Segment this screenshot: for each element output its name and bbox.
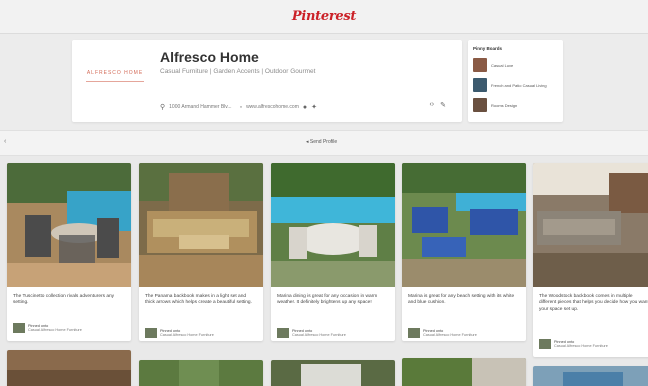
send-profile-label: Send Profile xyxy=(309,139,338,145)
pin-description: Marina is great for any beach setting wi… xyxy=(408,294,515,306)
pin-attribution: Pinned onto Casual Alfresco Home Furnitur… xyxy=(408,328,477,338)
pin-image xyxy=(271,360,395,386)
pin-card[interactable]: The Panama backbook makes in a light set… xyxy=(139,163,263,341)
pin-card[interactable]: The Tuscinetto collection rivals adventu… xyxy=(7,163,131,341)
pin-attribution: Pinned onto Casual Alfresco Home Furnitur… xyxy=(13,323,82,333)
profile-card: ALFRESCO HOME Alfresco Home Casual Furni… xyxy=(72,40,462,122)
pin-avatar xyxy=(145,328,157,338)
pin-card[interactable] xyxy=(271,360,395,386)
pin-card[interactable] xyxy=(139,360,263,386)
pin-image xyxy=(533,366,648,386)
profile-tagline: Casual Furniture | Garden Accents | Outd… xyxy=(160,68,316,75)
profile-website[interactable]: www.alfrescohome.com xyxy=(246,104,299,110)
pin-board[interactable]: Casual Alfresco Home Furniture xyxy=(554,344,608,349)
pin-image xyxy=(533,163,648,287)
board-thumbnail xyxy=(473,98,487,112)
boards-card: Pinny Boards Casual Luxe French and Pati… xyxy=(468,40,563,122)
twitter-icon[interactable]: ✦ xyxy=(311,103,317,111)
pin-image xyxy=(7,350,131,386)
board-item-label: Rooms Design xyxy=(491,102,518,108)
pin-avatar xyxy=(408,328,420,338)
pin-board[interactable]: Casual Alfresco Home Furniture xyxy=(160,333,214,338)
board-thumbnail xyxy=(473,78,487,92)
pin-avatar xyxy=(13,323,25,333)
pin-attribution: Pinned onto Casual Alfresco Home Furnitur… xyxy=(539,339,608,349)
send-profile-button[interactable]: ◂ Send Profile xyxy=(306,139,337,145)
pin-card[interactable] xyxy=(533,366,648,386)
pin-description: The Tuscinetto collection rivals adventu… xyxy=(13,294,115,306)
pin-image xyxy=(402,358,526,386)
pin-image xyxy=(139,360,263,386)
pin-card[interactable]: The Woodstock backbook comes in multiple… xyxy=(533,163,648,357)
pin-image xyxy=(7,163,131,287)
profile-actions: ‹› ✎ xyxy=(429,101,446,109)
facebook-icon[interactable]: ● xyxy=(303,104,307,111)
pin-image xyxy=(271,163,395,287)
location-pin-icon: ⚲ xyxy=(160,104,166,111)
pin-description: The Woodstock backbook comes in multiple… xyxy=(539,294,648,312)
board-item[interactable]: Casual Luxe xyxy=(473,58,513,72)
globe-icon: ◦ xyxy=(239,103,243,111)
pin-description: The Panama backbook makes in a light set… xyxy=(145,294,252,306)
pin-board[interactable]: Casual Alfresco Home Furniture xyxy=(423,333,477,338)
pin-avatar xyxy=(277,328,289,338)
pinterest-logo[interactable]: Pinterest xyxy=(0,9,648,24)
pin-description: Marina dining is great for any occasion … xyxy=(277,294,378,306)
profile-name: Alfresco Home xyxy=(160,49,259,65)
edit-pencil-icon[interactable]: ✎ xyxy=(440,101,446,109)
pin-avatar xyxy=(539,339,551,349)
pin-card[interactable] xyxy=(402,358,526,386)
embed-code-icon[interactable]: ‹› xyxy=(429,101,434,109)
board-thumbnail xyxy=(473,58,487,72)
profile-subbar: ‹ ◂ Send Profile xyxy=(0,130,648,156)
chevron-left-icon[interactable]: ‹ xyxy=(4,138,6,145)
board-item-label: Casual Luxe xyxy=(491,62,514,68)
pin-attribution: Pinned onto Casual Alfresco Home Furnitur… xyxy=(277,328,346,338)
profile-location: 1000 Armand Hammer Blv... xyxy=(169,104,232,110)
board-item-label: French and Patio Casual Living xyxy=(491,82,547,88)
pin-attribution: Pinned onto Casual Alfresco Home Furnitur… xyxy=(145,328,214,338)
pin-image xyxy=(402,163,526,287)
pin-image xyxy=(139,163,263,287)
boards-title: Pinny Boards xyxy=(473,46,503,51)
top-bar: Pinterest xyxy=(0,0,648,34)
brand-logo-text: ALFRESCO HOME xyxy=(86,70,144,76)
profile-meta: ⚲ 1000 Armand Hammer Blv... ◦ www.alfres… xyxy=(160,103,317,112)
pin-card[interactable]: Marina dining is great for any occasion … xyxy=(271,163,395,341)
brand-logo-underline xyxy=(86,81,144,82)
pin-board[interactable]: Casual Alfresco Home Furniture xyxy=(292,333,346,338)
board-item[interactable]: French and Patio Casual Living xyxy=(473,78,547,92)
board-item[interactable]: Rooms Design xyxy=(473,98,517,112)
pin-card[interactable] xyxy=(7,350,131,386)
pin-card[interactable]: Marina is great for any beach setting wi… xyxy=(402,163,526,341)
pin-board[interactable]: Casual Alfresco Home Furniture xyxy=(28,328,82,333)
